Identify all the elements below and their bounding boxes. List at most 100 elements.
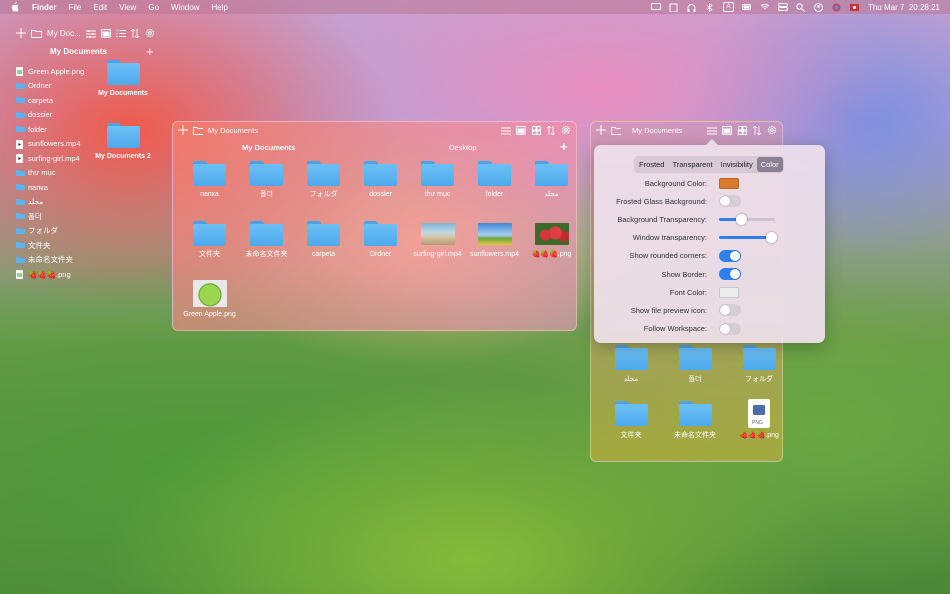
sort-icon[interactable] <box>130 28 140 38</box>
folder-icon <box>421 161 454 186</box>
tab-my-documents[interactable]: My Documents <box>242 143 295 152</box>
grid-item[interactable]: フォルダ <box>727 342 782 388</box>
slider-knob[interactable] <box>766 232 778 244</box>
list-item[interactable]: フォルダ <box>16 224 106 239</box>
sort-icon[interactable] <box>752 125 762 135</box>
menu-view[interactable]: View <box>119 3 136 12</box>
setting-slider[interactable] <box>719 213 775 225</box>
window-view-icon[interactable] <box>100 28 111 38</box>
gear-icon[interactable] <box>145 28 155 38</box>
sort-icon[interactable] <box>546 125 556 135</box>
grid-item[interactable]: 文件夹 <box>599 398 663 444</box>
siri-icon[interactable] <box>832 2 842 12</box>
control-center-icon[interactable] <box>777 2 788 12</box>
list-item[interactable]: 未命名文件夹 <box>16 253 106 268</box>
grid-item-label: フォルダ <box>309 191 338 198</box>
grid-view-icon[interactable] <box>737 125 747 135</box>
setting-toggle[interactable] <box>719 304 741 317</box>
folder-outline-icon[interactable] <box>193 125 203 135</box>
display-icon[interactable] <box>650 2 661 12</box>
gear-icon[interactable] <box>767 125 777 135</box>
grid-item[interactable]: Green Apple.png <box>181 280 238 330</box>
segment-invisibility[interactable]: Invisibility <box>717 157 757 172</box>
big-folder-label: My Documents <box>98 90 148 97</box>
sliders-icon[interactable] <box>707 125 717 135</box>
folder-icon <box>16 169 25 177</box>
left-panel-title[interactable]: My Doc... <box>47 29 81 38</box>
add-icon[interactable] <box>596 125 606 135</box>
grid-item[interactable]: PNG 🍓🍓🍓.png <box>727 398 782 444</box>
grid-item[interactable]: Ordner <box>352 220 409 274</box>
slider-knob[interactable] <box>736 213 748 225</box>
battery-icon[interactable] <box>741 2 752 12</box>
gear-icon[interactable] <box>561 125 571 135</box>
grid-item[interactable]: dossier <box>352 160 409 214</box>
grid-item[interactable]: thư mục <box>409 160 466 214</box>
menu-help[interactable]: Help <box>211 3 227 12</box>
folder-outline-icon[interactable] <box>611 125 621 135</box>
window-title[interactable]: My Documents <box>632 126 682 135</box>
grid-item[interactable]: carpeta <box>295 220 352 274</box>
list-item[interactable]: thư mục <box>16 166 106 181</box>
wifi-icon[interactable] <box>760 2 770 12</box>
list-item[interactable]: dossier <box>16 108 106 123</box>
folder-outline-icon[interactable] <box>31 29 42 38</box>
list-item[interactable]: مجلد <box>16 195 106 210</box>
grid-item[interactable]: 폴더 <box>238 160 295 214</box>
grid-item[interactable]: папка <box>181 160 238 214</box>
big-folder-my-documents-2[interactable]: My Documents 2 <box>88 123 158 160</box>
setting-slider[interactable] <box>719 232 778 244</box>
sliders-icon[interactable] <box>85 29 96 38</box>
list-item[interactable]: 文件夹 <box>16 238 106 253</box>
grid-item[interactable]: 폴더 <box>663 342 727 388</box>
grid-item[interactable]: 未命名文件夹 <box>663 398 727 444</box>
big-folder-my-documents[interactable]: My Documents <box>88 60 158 97</box>
left-panel-add-button[interactable]: + <box>146 45 154 58</box>
grid-item[interactable]: sunflowers.mp4 <box>466 220 523 274</box>
window-view-icon[interactable] <box>722 125 732 135</box>
flag-icon[interactable] <box>850 2 860 12</box>
search-icon[interactable] <box>796 2 806 12</box>
setting-toggle[interactable] <box>719 268 741 280</box>
bluetooth-icon[interactable] <box>705 2 715 12</box>
grid-item[interactable]: 文件夹 <box>181 220 238 274</box>
input-source-icon[interactable]: A <box>722 2 734 12</box>
list-item[interactable]: 폴더 <box>16 209 106 224</box>
window-title[interactable]: My Documents <box>208 126 258 135</box>
apple-menu-icon[interactable] <box>10 2 22 12</box>
menu-go[interactable]: Go <box>148 3 159 12</box>
segment-frosted[interactable]: Frosted <box>635 157 668 172</box>
menu-file[interactable]: File <box>68 3 81 12</box>
user-icon[interactable] <box>814 2 824 12</box>
list-view-icon[interactable] <box>115 29 126 38</box>
window-view-icon[interactable] <box>516 125 526 135</box>
menu-app-name[interactable]: Finder <box>32 3 56 12</box>
clipboard-icon[interactable] <box>669 2 679 12</box>
add-icon[interactable] <box>16 28 26 38</box>
color-well[interactable] <box>719 177 739 189</box>
setting-toggle[interactable] <box>719 195 741 208</box>
tab-desktop[interactable]: Desktop <box>449 143 477 152</box>
setting-toggle[interactable] <box>719 249 741 262</box>
grid-item[interactable]: 未命名文件夹 <box>238 220 295 274</box>
segment-color[interactable]: Color <box>756 157 783 172</box>
setting-toggle[interactable] <box>719 322 741 335</box>
grid-item[interactable]: フォルダ <box>295 160 352 214</box>
list-item[interactable]: 🍓🍓🍓.png <box>16 267 106 282</box>
menubar-clock[interactable]: Thu Mar 7 20:28:21 <box>868 3 940 12</box>
grid-item[interactable]: مجلد <box>599 342 663 388</box>
color-well[interactable] <box>719 286 739 298</box>
add-icon[interactable] <box>178 125 188 135</box>
grid-item[interactable]: مجلد <box>523 160 576 214</box>
grid-item[interactable]: folder <box>466 160 523 214</box>
grid-item[interactable]: 🍓🍓🍓.png <box>523 220 576 274</box>
headphones-icon[interactable] <box>687 2 697 12</box>
grid-view-icon[interactable] <box>531 125 541 135</box>
add-tab-button[interactable]: + <box>560 140 568 153</box>
segment-transparent[interactable]: Transparent <box>668 157 716 172</box>
menu-window[interactable]: Window <box>171 3 199 12</box>
menu-edit[interactable]: Edit <box>93 3 107 12</box>
grid-item[interactable]: surfing-girl.mp4 <box>409 220 466 274</box>
sliders-icon[interactable] <box>501 125 511 135</box>
list-item[interactable]: папка <box>16 180 106 195</box>
